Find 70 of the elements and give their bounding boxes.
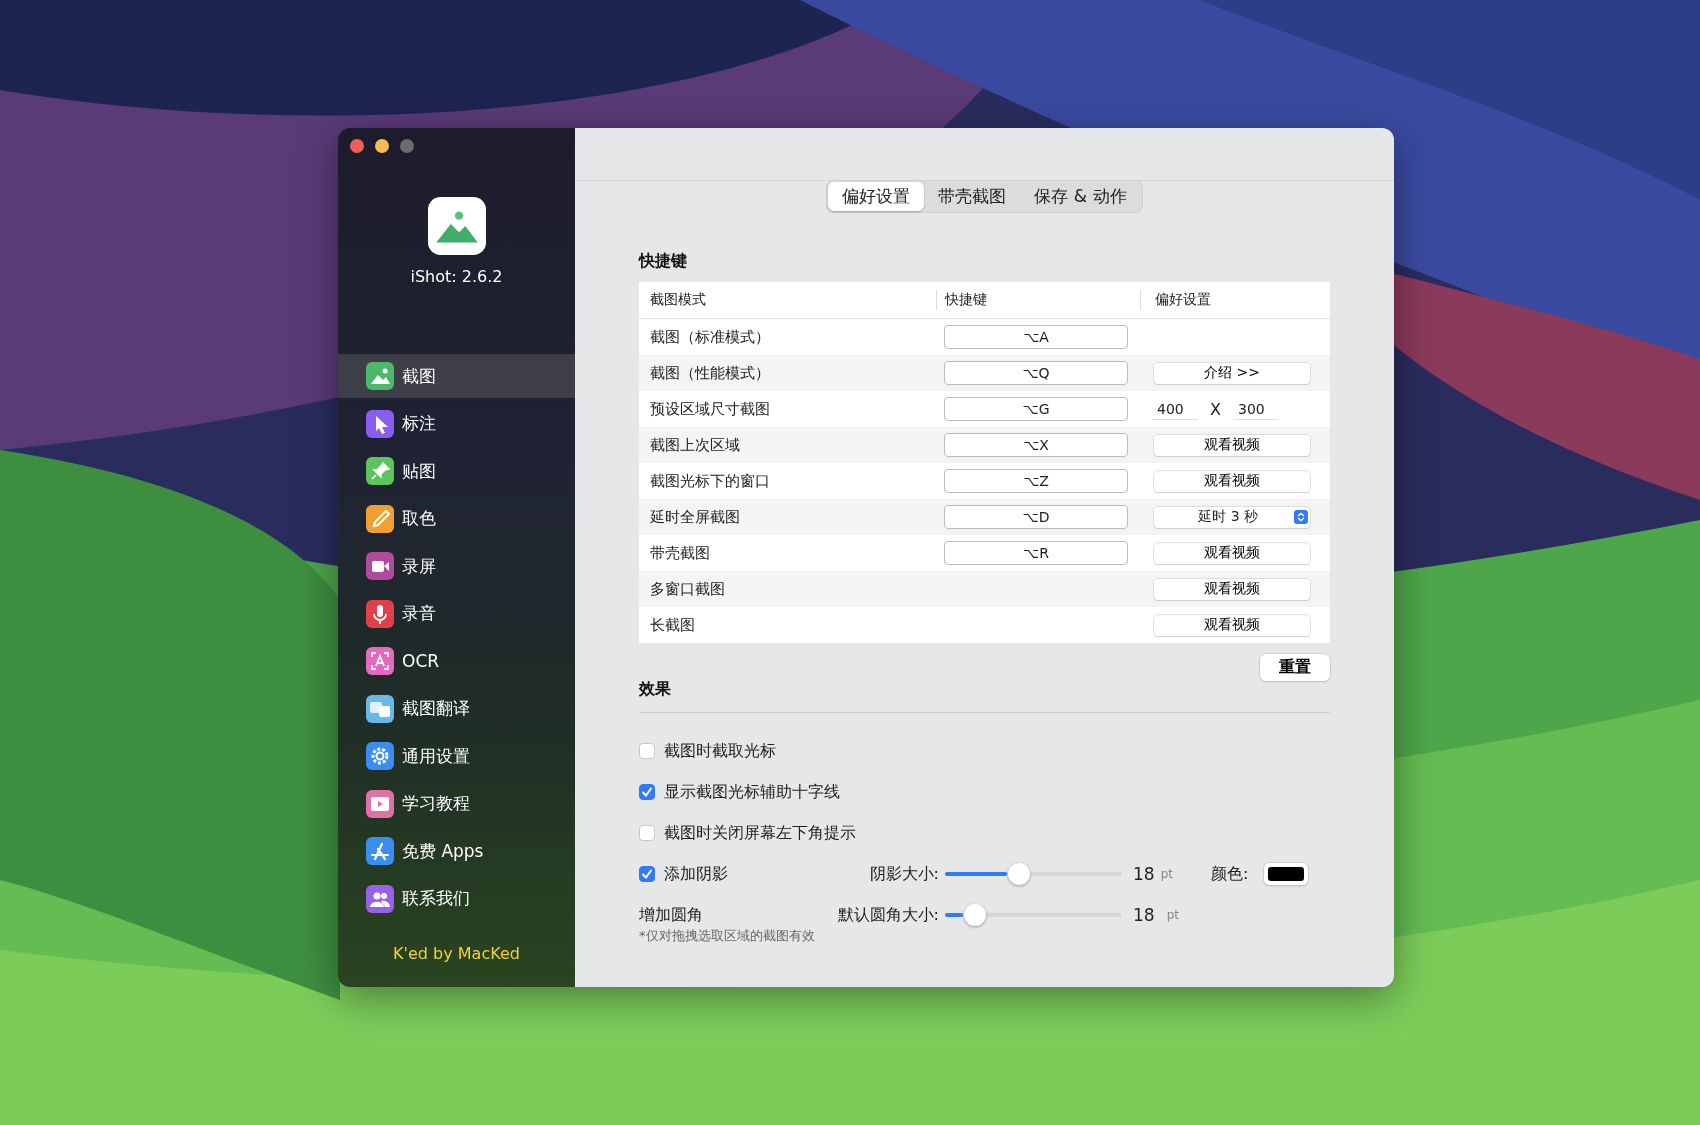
sidebar-item[interactable]: 贴图 bbox=[338, 457, 575, 485]
section-title: 快捷键 bbox=[639, 251, 688, 272]
video-button[interactable]: 介绍 >> bbox=[1154, 362, 1310, 384]
sidebar-item[interactable]: 免费 Apps bbox=[338, 837, 575, 865]
table-cell: 长截图 bbox=[650, 615, 695, 635]
column-header: 偏好设置 bbox=[1140, 290, 1330, 310]
unit-text: pt bbox=[1166, 908, 1179, 922]
sidebar-item[interactable]: 取色 bbox=[338, 504, 575, 533]
credit-text: K'ed by MacKed bbox=[393, 944, 520, 963]
color-label: 颜色: bbox=[1210, 863, 1249, 885]
table-cell: 延时全屏截图 bbox=[650, 507, 740, 527]
checkbox[interactable] bbox=[639, 784, 655, 800]
slider-label: 默认圆角大小: bbox=[836, 904, 939, 926]
tab[interactable]: 保存 & 动作 bbox=[1020, 182, 1141, 211]
checkbox[interactable] bbox=[639, 825, 655, 841]
delay-dropdown[interactable]: 延时 3 秒 bbox=[1154, 506, 1310, 528]
table-cell: 带壳截图 bbox=[650, 543, 710, 563]
shortcut-field[interactable]: ⌥Q bbox=[944, 361, 1128, 385]
separator-text: X bbox=[1210, 399, 1221, 419]
table-cell: 预设区域尺寸截图 bbox=[650, 399, 770, 419]
column-header: 截图模式 bbox=[649, 290, 707, 309]
sidebar-item[interactable]: 录屏 bbox=[338, 552, 575, 580]
note-text: *仅对拖拽选取区域的截图有效 bbox=[639, 927, 816, 945]
video-button[interactable]: 观看视频 bbox=[1154, 470, 1310, 492]
value-text: 18 bbox=[1133, 905, 1155, 925]
video-button[interactable]: 观看视频 bbox=[1154, 434, 1310, 456]
window-control-icon[interactable] bbox=[350, 139, 364, 153]
checkbox-label: 截图时截取光标 bbox=[664, 740, 776, 762]
sidebar-item[interactable]: 截图 bbox=[338, 354, 575, 398]
table-cell: 截图（标准模式） bbox=[650, 327, 770, 347]
sidebar-item[interactable]: 学习教程 bbox=[338, 789, 575, 818]
sidebar-item[interactable]: 联系我们 bbox=[338, 884, 575, 913]
shortcut-field[interactable]: ⌥Z bbox=[944, 469, 1128, 493]
reset-button[interactable]: 重置 bbox=[1260, 654, 1330, 681]
tab[interactable]: 偏好设置 bbox=[828, 182, 925, 211]
setting-label: 增加圆角 bbox=[639, 904, 703, 926]
window-control-icon[interactable] bbox=[375, 139, 389, 153]
sidebar-item[interactable]: 截图翻译 bbox=[338, 694, 575, 723]
app-logo-icon bbox=[427, 197, 486, 255]
value-text: 18 bbox=[1133, 864, 1155, 884]
column-header: 快捷键 bbox=[936, 290, 1140, 310]
video-button[interactable]: 观看视频 bbox=[1154, 614, 1310, 636]
tab[interactable]: 带壳截图 bbox=[924, 182, 1021, 211]
sidebar-item[interactable]: OCR bbox=[338, 647, 575, 675]
table-cell: 截图光标下的窗口 bbox=[650, 471, 770, 491]
video-button[interactable]: 观看视频 bbox=[1154, 542, 1310, 564]
slider-label: 阴影大小: bbox=[868, 863, 939, 885]
shortcut-field[interactable]: ⌥R bbox=[944, 541, 1128, 565]
app-version: iShot: 2.6.2 bbox=[410, 267, 503, 286]
checkbox[interactable] bbox=[639, 743, 655, 759]
table-cell: 截图上次区域 bbox=[650, 435, 740, 455]
shortcut-field[interactable]: ⌥A bbox=[944, 325, 1128, 349]
shortcut-field[interactable]: ⌥X bbox=[944, 433, 1128, 457]
unit-text: pt bbox=[1160, 867, 1173, 881]
stepper-icon bbox=[1294, 510, 1308, 524]
video-button[interactable]: 观看视频 bbox=[1154, 578, 1310, 600]
table-cell: 多窗口截图 bbox=[650, 579, 725, 599]
slider-thumb[interactable] bbox=[1007, 863, 1030, 885]
checkbox-label: 显示截图光标辅助十字线 bbox=[664, 781, 840, 803]
sidebar-item[interactable]: 标注 bbox=[338, 409, 575, 438]
checkbox[interactable] bbox=[639, 866, 655, 882]
sidebar-item[interactable]: 录音 bbox=[338, 599, 575, 628]
shortcut-field[interactable]: ⌥G bbox=[944, 397, 1128, 421]
checkbox-label: 截图时关闭屏幕左下角提示 bbox=[664, 822, 856, 844]
shortcut-field[interactable]: ⌥D bbox=[944, 505, 1128, 529]
section-title: 效果 bbox=[639, 679, 672, 700]
checkbox-label: 添加阴影 bbox=[664, 863, 728, 885]
slider-thumb[interactable] bbox=[963, 904, 986, 926]
table-cell: 截图（性能模式） bbox=[650, 363, 770, 383]
sidebar-item[interactable]: 通用设置 bbox=[338, 742, 575, 770]
